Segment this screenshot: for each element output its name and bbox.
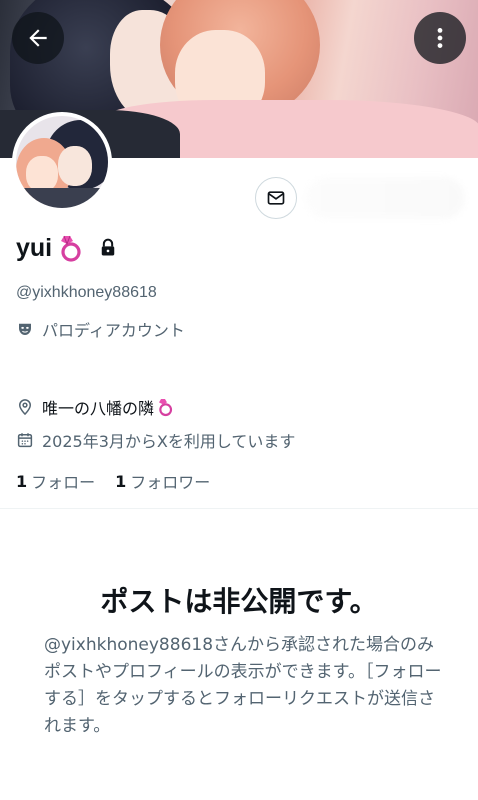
arrow-left-icon [29,29,47,47]
calendar-icon [17,433,33,448]
follow-stats-row: 1 フォロー 1 フォロワー [16,469,210,493]
parody-label: パロディアカウント [42,321,185,340]
mask-icon [19,323,31,335]
join-date-text: 2025年3月からXを利用しています [42,432,296,451]
followers-count[interactable]: 1 [115,472,126,491]
followers-label[interactable]: フォロワー [130,469,210,493]
following-count[interactable]: 1 [16,472,27,491]
location-pin-icon [18,399,32,416]
parody-label-row[interactable]: パロディアカウント [16,317,185,341]
follow-button-blurred[interactable] [305,177,465,219]
lock-icon [101,238,115,256]
display-name: yui [16,233,53,262]
ring-icon [61,235,81,262]
avatar[interactable] [12,112,112,212]
location-row: 唯一の八幡の隣 [16,395,176,419]
back-button[interactable] [12,12,64,64]
join-date-row: 2025年3月からXを利用しています [16,428,295,452]
private-posts-description: @yixhkhoney88618さんから承認された場合のみポストやプロフィールの… [44,635,442,736]
more-vertical-icon [437,28,443,48]
profile-name-row: yui [16,233,118,263]
divider [0,508,478,509]
private-posts-title: ポストは非公開です。 [100,585,378,618]
message-button[interactable] [255,177,297,219]
following-label[interactable]: フォロー [31,469,95,493]
ring-icon [159,399,173,417]
more-options-button[interactable] [414,12,466,64]
envelope-icon [267,191,285,205]
profile-handle: @yixhkhoney88618 [16,284,157,301]
location-text: 唯一の八幡の隣 [42,399,155,418]
